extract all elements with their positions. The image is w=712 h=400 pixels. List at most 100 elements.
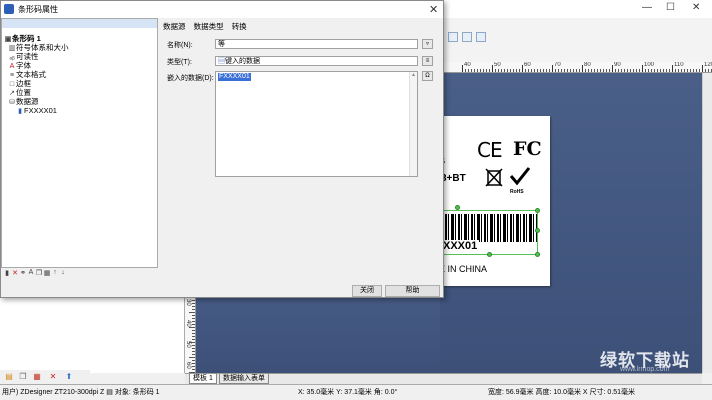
delete-icon[interactable]: ✕ (11, 269, 19, 277)
font-icon[interactable]: A (27, 269, 35, 276)
ruler-tick (558, 69, 559, 72)
toolbar-tool-icon[interactable] (476, 32, 486, 42)
dialog-close-icon[interactable]: ✕ (429, 3, 438, 16)
ruler-tick (615, 69, 616, 72)
ruler-tick (612, 65, 613, 72)
type-field[interactable]: ▤键入的数据 (215, 56, 418, 66)
ruler-tick (630, 69, 631, 72)
link-icon[interactable]: ⚭ (19, 269, 27, 277)
design-canvas-lower[interactable] (196, 295, 440, 373)
ruler-number: 40 (464, 62, 471, 68)
toolbar-tool-icon[interactable] (448, 32, 458, 42)
resize-handle[interactable] (455, 205, 460, 210)
ruler-tick (555, 69, 556, 72)
properties-panel: 数据源 数据类型 转换 名称(N): 等 ▿ 类型(T): ▤键入的数据 ≡ 嵌… (159, 18, 443, 279)
ruler-tick (663, 69, 664, 72)
tab-data-entry-form[interactable]: 数据输入表单 (219, 374, 269, 384)
ruler-tick (684, 69, 685, 72)
sheet-tabs: 模板 1 数据输入表单 (185, 373, 702, 384)
keyboard-icon: ▤ (218, 58, 225, 65)
type-menu-button[interactable]: ≡ (422, 56, 433, 66)
paste-icon[interactable]: ▦ (32, 372, 42, 382)
ruler-tick (192, 366, 195, 367)
resize-handle[interactable] (487, 252, 492, 257)
ruler-tick (609, 69, 610, 72)
up-arrow-icon[interactable]: ⬆ (64, 372, 74, 382)
name-label: 名称(N): (167, 42, 193, 49)
canvas-vertical-scrollbar[interactable] (702, 73, 712, 373)
ruler-tick (600, 69, 601, 72)
ruler-tick (189, 357, 195, 358)
maximize-button[interactable]: ☐ (666, 2, 675, 13)
ruler-tick (501, 69, 502, 72)
toolbar-tool-icon[interactable] (462, 32, 472, 42)
ruler-tick (189, 312, 195, 313)
ruler-tick (471, 69, 472, 72)
label-preview[interactable]: S CE FC 3+BT RoHS XXX01 E IN CHINA (433, 116, 550, 286)
paste-icon[interactable]: ▦ (43, 269, 51, 277)
ruler-tick (573, 69, 574, 72)
textarea-scrollbar[interactable]: ▲ (409, 72, 417, 176)
ruler-tick (534, 69, 535, 72)
dialog-title: 条形码属性 (18, 5, 58, 14)
barcode-properties-dialog: 条形码属性 ✕ ▣条形码 1 ▥符号体系和大小 ₐᵦ可读性 A 字体 ≡ 文本格式 … (0, 0, 444, 298)
tab-template-1[interactable]: 模板 1 (189, 374, 217, 384)
ruler-tick (561, 69, 562, 72)
vertical-ruler: 30 40 50 60 (185, 295, 196, 373)
dialog-titlebar[interactable]: 条形码属性 ✕ (1, 1, 443, 18)
resize-handle[interactable] (535, 228, 540, 233)
app-icon (4, 4, 14, 14)
tab-convert[interactable]: 转换 (232, 21, 247, 32)
folder-icon[interactable]: ▤ (4, 372, 14, 382)
name-field[interactable]: 等 (215, 39, 418, 49)
embedded-data-textarea[interactable]: FXXXX01 ▲ (215, 71, 418, 177)
ruler-tick (576, 69, 577, 72)
tree-item-fxxxx01[interactable]: ▮ FXXXX01 (16, 106, 57, 116)
ruler-tick (462, 65, 463, 72)
ruler-tick (192, 336, 195, 337)
type-label: 类型(T): (167, 59, 192, 66)
property-tree: ▣条形码 1 ▥符号体系和大小 ₐᵦ可读性 A 字体 ≡ 文本格式 □ 边框 ↗位置 … (1, 18, 158, 268)
barcode-bars[interactable] (445, 214, 537, 242)
ruler-tick (633, 69, 634, 72)
ruler-tick (504, 69, 505, 72)
ruler-tick (603, 69, 604, 72)
ruler-tick (192, 351, 195, 352)
ruler-tick (495, 69, 496, 72)
resize-handle[interactable] (535, 252, 540, 257)
copy-icon[interactable]: ❐ (35, 269, 43, 277)
name-picker-button[interactable]: ▿ (422, 39, 433, 49)
ruler-tick (642, 65, 643, 72)
watermark-url: www.lrmop.com (620, 366, 670, 373)
horizontal-ruler: 40 50 60 70 80 90 100 110 120 (440, 62, 712, 73)
ruler-tick (654, 69, 655, 72)
ruler-number: 60 (185, 362, 191, 369)
tab-datasource[interactable]: 数据源 (163, 21, 186, 32)
rohs-check-icon (509, 167, 531, 186)
ruler-number: 30 (185, 299, 191, 306)
ruler-tick (498, 69, 499, 72)
ruler-tick (570, 69, 571, 72)
help-button[interactable]: 帮助 (385, 285, 440, 297)
close-button[interactable]: 关闭 (352, 285, 382, 297)
ruler-tick (480, 69, 481, 72)
move-down-icon[interactable]: ↓ (59, 269, 67, 276)
ruler-tick (525, 69, 526, 72)
tab-data-type[interactable]: 数据类型 (194, 21, 224, 32)
add-icon[interactable]: ▮ (3, 269, 11, 277)
copy-icon[interactable]: ❐ (18, 372, 28, 382)
ruler-tick (585, 69, 586, 72)
delete-icon[interactable]: ✕ (48, 372, 58, 382)
ruler-tick (537, 69, 538, 72)
barcode-human-text: XXX01 (443, 240, 480, 252)
minimize-button[interactable]: — (642, 2, 652, 13)
move-up-icon[interactable]: ↑ (51, 269, 59, 276)
ruler-tick (546, 69, 547, 72)
close-window-button[interactable]: ✕ (692, 2, 700, 13)
ruler-number: 60 (524, 62, 531, 68)
resize-handle[interactable] (535, 208, 540, 213)
ruler-tick (627, 69, 628, 72)
insert-special-button[interactable]: Ω (422, 71, 433, 81)
embedded-data-value: FXXXX01 (218, 73, 251, 81)
ruler-tick (597, 69, 598, 72)
